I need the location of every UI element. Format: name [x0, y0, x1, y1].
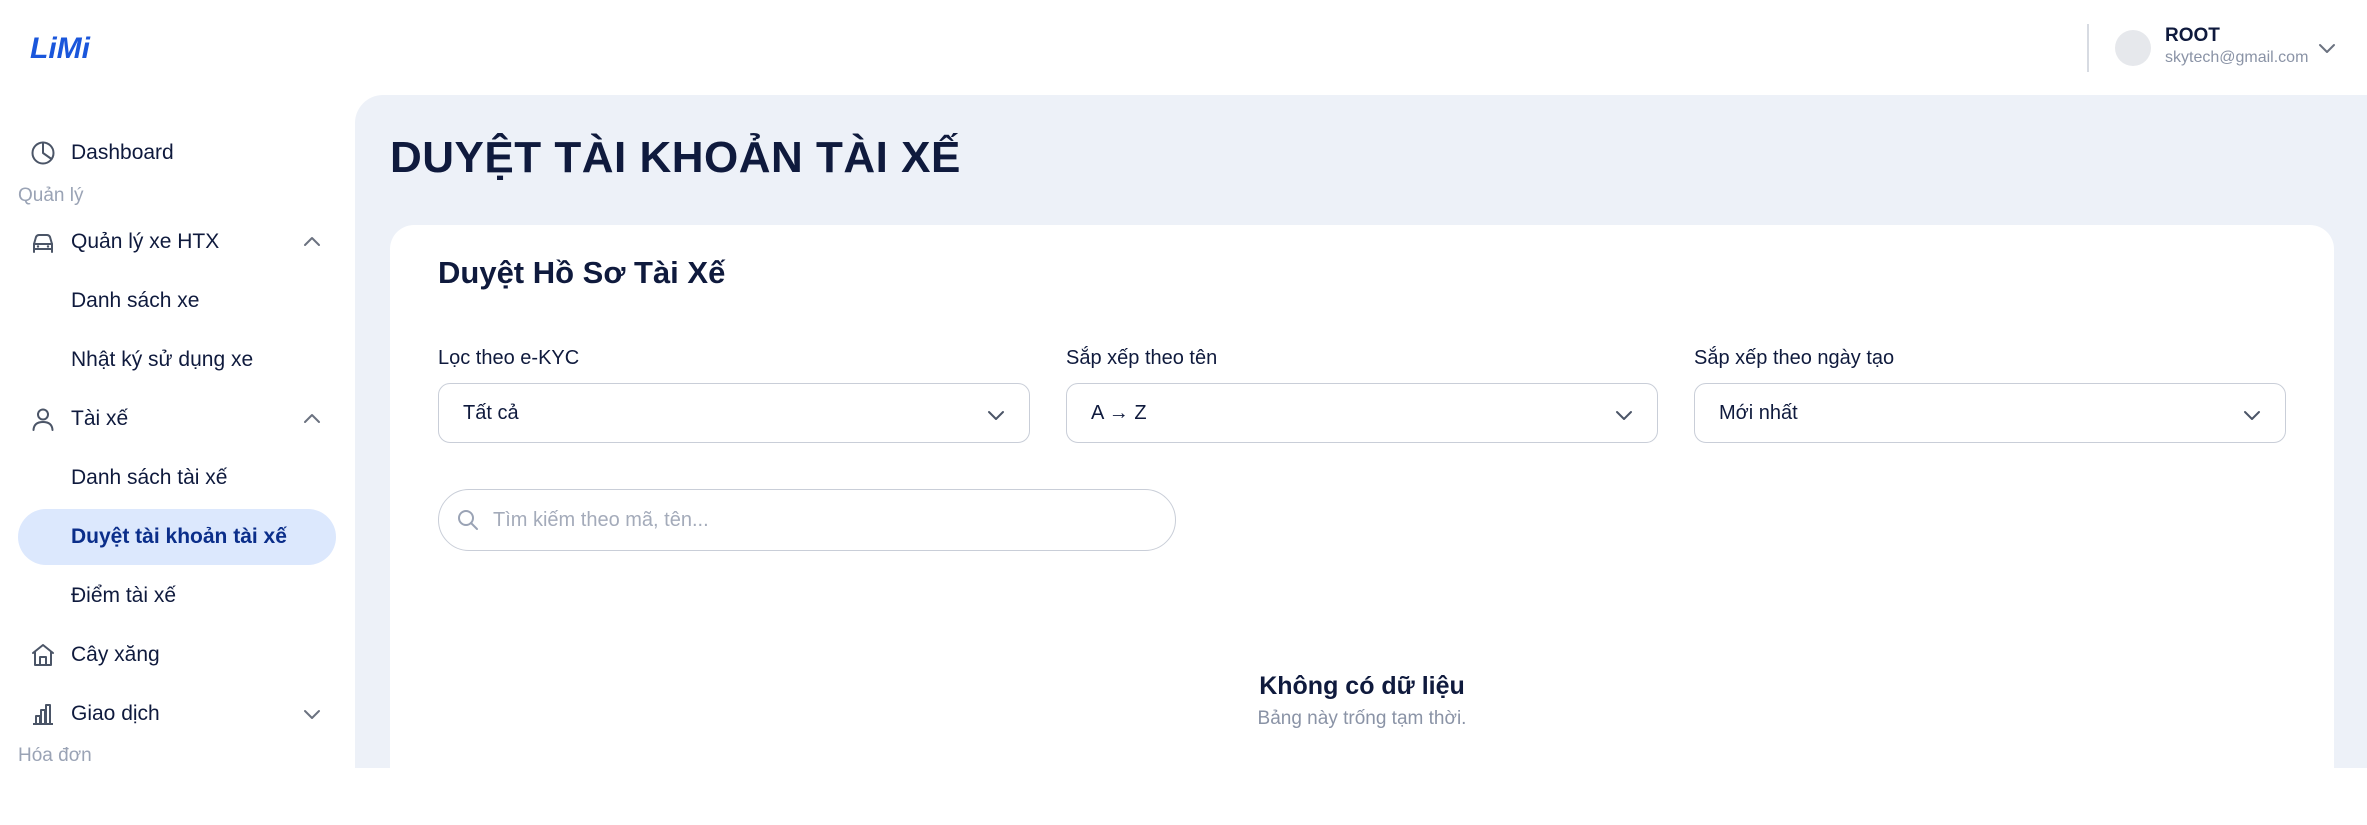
home-icon: [32, 644, 54, 666]
search-box: [438, 489, 1176, 551]
sidebar-item-label: Quản lý xe HTX: [71, 230, 220, 253]
filter-label: Sắp xếp theo ngày tạo: [1694, 347, 1895, 369]
page-title: DUYỆT TÀI KHOẢN TÀI XẾ: [390, 133, 961, 182]
header-divider: [2087, 24, 2089, 72]
search-input[interactable]: [491, 490, 1155, 551]
sidebar-item-vehicles[interactable]: Quản lý xe HTX: [18, 214, 336, 270]
pie-chart-icon: [31, 141, 55, 165]
user-name: ROOT: [2165, 25, 2220, 46]
sidebar-item-vehicle-log[interactable]: Nhật ký sử dụng xe: [18, 332, 336, 388]
limi-logo-icon: LiMi: [30, 32, 91, 65]
approval-card: Duyệt Hồ Sơ Tài Xế Lọc theo e-KYC Tất cả…: [390, 225, 2334, 825]
user-menu[interactable]: ROOT skytech@gmail.com: [2087, 0, 2367, 95]
filter-sort-date: Sắp xếp theo ngày tạo Mới nhất: [1694, 347, 2286, 443]
section-label-invoice: Hóa đơn: [18, 745, 92, 766]
chevron-down-icon: [988, 411, 1004, 420]
chevron-down-icon[interactable]: [2317, 38, 2337, 58]
main-content: DUYỆT TÀI KHOẢN TÀI XẾ Duyệt Hồ Sơ Tài X…: [355, 95, 2367, 825]
search-icon: [458, 510, 478, 530]
filter-label: Sắp xếp theo tên: [1066, 347, 1218, 369]
user-icon: [32, 408, 54, 431]
sidebar-item-transactions[interactable]: Giao dịch: [18, 686, 336, 742]
sidebar-item-gas-station[interactable]: Cây xăng: [18, 627, 336, 683]
chevron-down-icon: [2244, 411, 2260, 420]
empty-state-title: Không có dữ liệu: [1259, 672, 1465, 700]
avatar[interactable]: [2115, 30, 2151, 66]
sidebar-item-label: Tài xế: [71, 407, 129, 430]
filter-value: Mới nhất: [1719, 402, 1798, 424]
filter-sort-name: Sắp xếp theo tên A → Z: [1066, 347, 1658, 443]
sidebar-item-vehicle-list[interactable]: Danh sách xe: [18, 273, 336, 329]
sidebar: Dashboard Quản lý Quản lý xe HTX Danh sá…: [0, 95, 355, 768]
section-label-manage: Quản lý: [18, 185, 84, 206]
sort-name-select[interactable]: A → Z: [1066, 383, 1658, 443]
sidebar-item-driver-approval[interactable]: Duyệt tài khoản tài xế: [18, 509, 336, 565]
bar-chart-icon: [33, 704, 53, 725]
sidebar-item-dashboard[interactable]: Dashboard: [18, 125, 336, 181]
sidebar-item-label: Danh sách tài xế: [71, 466, 228, 489]
sidebar-item-driver-points[interactable]: Điểm tài xế: [18, 568, 336, 624]
card-title: Duyệt Hồ Sơ Tài Xế: [438, 255, 726, 290]
sidebar-item-label: Nhật ký sử dụng xe: [71, 348, 254, 371]
filter-ekyc-select[interactable]: Tất cả: [438, 383, 1030, 443]
filter-ekyc: Lọc theo e-KYC Tất cả: [438, 347, 1030, 443]
sort-date-select[interactable]: Mới nhất: [1694, 383, 2286, 443]
chevron-up-icon: [304, 414, 320, 423]
user-email: skytech@gmail.com: [2165, 49, 2309, 66]
app-logo[interactable]: LiMi: [30, 30, 92, 66]
sidebar-item-label: Điểm tài xế: [71, 584, 177, 607]
empty-state-subtitle: Bảng này trống tạm thời.: [1257, 708, 1467, 729]
chevron-down-icon: [304, 710, 320, 719]
sidebar-item-label: Cây xăng: [71, 643, 160, 666]
sidebar-item-label: Duyệt tài khoản tài xế: [71, 525, 287, 548]
chevron-up-icon: [304, 237, 320, 246]
svg-text:LiMi: LiMi: [30, 32, 91, 65]
sidebar-item-label: Dashboard: [71, 141, 174, 164]
filter-label: Lọc theo e-KYC: [438, 347, 580, 369]
sidebar-item-driver-list[interactable]: Danh sách tài xế: [18, 450, 336, 506]
filter-value: Tất cả: [463, 402, 519, 424]
car-icon: [33, 234, 53, 253]
sidebar-item-label: Giao dịch: [71, 702, 160, 725]
sidebar-item-label: Danh sách xe: [71, 289, 200, 312]
filter-value: A → Z: [1091, 402, 1147, 424]
sidebar-item-drivers[interactable]: Tài xế: [18, 391, 336, 447]
chevron-down-icon: [1616, 411, 1632, 420]
top-bar: LiMi ROOT skytech@gmail.com: [0, 0, 2367, 95]
